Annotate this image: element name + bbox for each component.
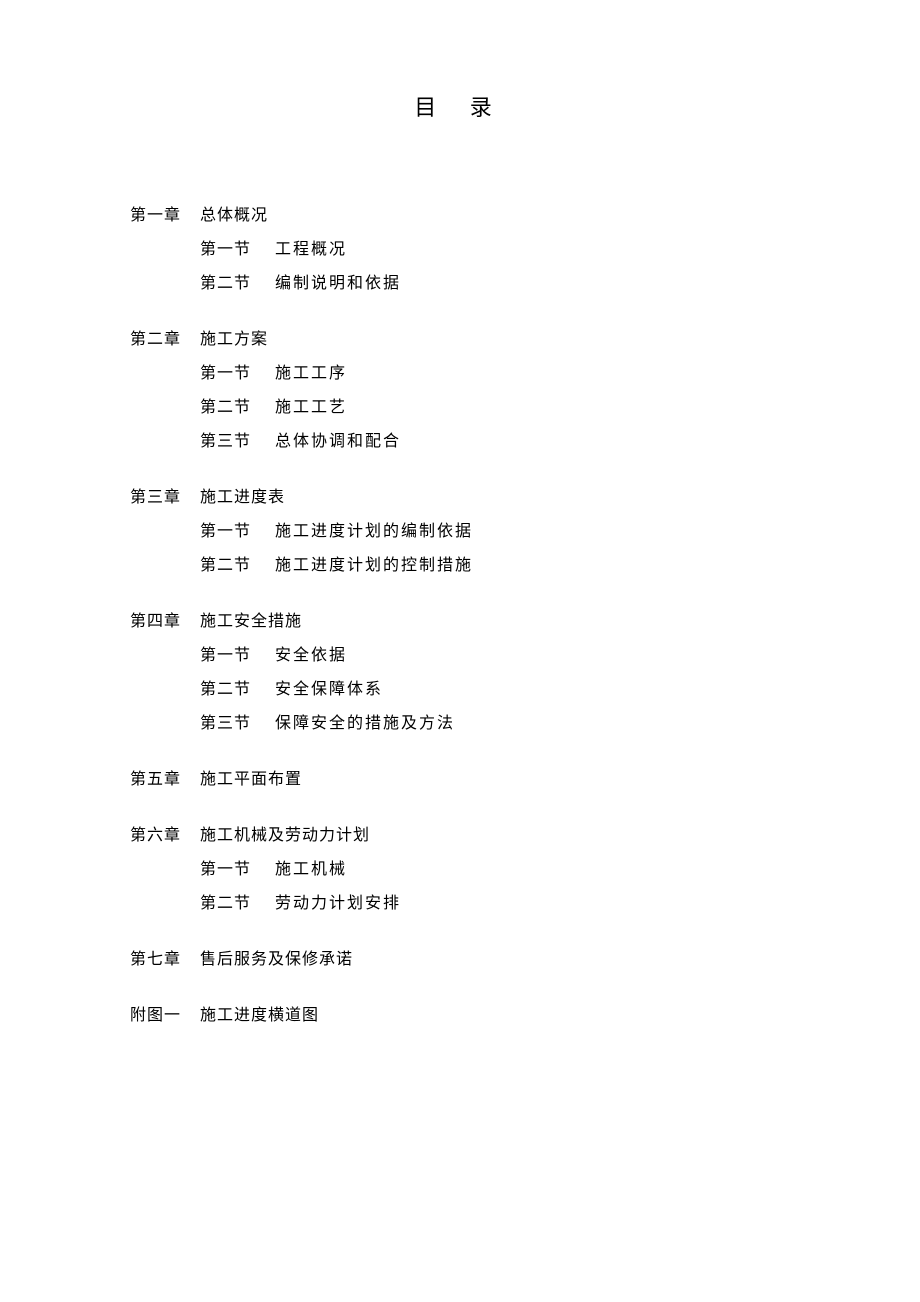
section-title: 劳动力计划安排 <box>275 892 401 916</box>
chapter-title: 施工进度表 <box>200 486 285 510</box>
section-line: 第三节 总体协调和配合 <box>130 430 790 454</box>
section-line: 第三节 保障安全的措施及方法 <box>130 712 790 736</box>
section-title: 施工进度计划的编制依据 <box>275 520 473 544</box>
section-name: 第一节 <box>200 238 275 262</box>
section-name: 第一节 <box>200 644 275 668</box>
chapter-name: 第七章 <box>130 948 200 972</box>
section-title: 工程概况 <box>275 238 347 262</box>
chapter-name: 附图一 <box>130 1004 200 1028</box>
chapter-title: 售后服务及保修承诺 <box>200 948 353 972</box>
section-name: 第二节 <box>200 396 275 420</box>
section-name: 第二节 <box>200 892 275 916</box>
toc-chapter: 第五章 施工平面布置 <box>130 768 790 792</box>
section-line: 第二节 劳动力计划安排 <box>130 892 790 916</box>
section-line: 第一节 工程概况 <box>130 238 790 262</box>
section-line: 第二节 编制说明和依据 <box>130 272 790 296</box>
chapter-title: 施工方案 <box>200 328 268 352</box>
chapter-line: 第二章 施工方案 <box>130 328 790 352</box>
section-line: 第一节 安全依据 <box>130 644 790 668</box>
section-name: 第三节 <box>200 430 275 454</box>
page-title: 目 录 <box>130 90 790 122</box>
chapter-line: 第四章 施工安全措施 <box>130 610 790 634</box>
section-line: 第二节 安全保障体系 <box>130 678 790 702</box>
chapter-name: 第四章 <box>130 610 200 634</box>
section-title: 施工进度计划的控制措施 <box>275 554 473 578</box>
toc-chapter: 第二章 施工方案 第一节 施工工序 第二节 施工工艺 第三节 总体协调和配合 <box>130 328 790 454</box>
section-line: 第一节 施工进度计划的编制依据 <box>130 520 790 544</box>
chapter-name: 第五章 <box>130 768 200 792</box>
section-line: 第二节 施工工艺 <box>130 396 790 420</box>
chapter-name: 第一章 <box>130 204 200 228</box>
chapter-title: 总体概况 <box>200 204 268 228</box>
chapter-line: 第七章 售后服务及保修承诺 <box>130 948 790 972</box>
chapter-name: 第二章 <box>130 328 200 352</box>
toc-chapter: 第四章 施工安全措施 第一节 安全依据 第二节 安全保障体系 第三节 保障安全的… <box>130 610 790 736</box>
section-title: 安全保障体系 <box>275 678 383 702</box>
section-line: 第二节 施工进度计划的控制措施 <box>130 554 790 578</box>
chapter-line: 第五章 施工平面布置 <box>130 768 790 792</box>
chapter-line: 第一章 总体概况 <box>130 204 790 228</box>
section-name: 第一节 <box>200 362 275 386</box>
section-title: 总体协调和配合 <box>275 430 401 454</box>
section-name: 第三节 <box>200 712 275 736</box>
chapter-title: 施工平面布置 <box>200 768 302 792</box>
section-name: 第一节 <box>200 858 275 882</box>
section-title: 保障安全的措施及方法 <box>275 712 455 736</box>
section-name: 第一节 <box>200 520 275 544</box>
section-name: 第二节 <box>200 272 275 296</box>
section-line: 第一节 施工机械 <box>130 858 790 882</box>
toc-chapter: 附图一 施工进度横道图 <box>130 1004 790 1028</box>
chapter-title: 施工进度横道图 <box>200 1004 319 1028</box>
section-title: 编制说明和依据 <box>275 272 401 296</box>
section-title: 施工工艺 <box>275 396 347 420</box>
section-title: 施工工序 <box>275 362 347 386</box>
chapter-title: 施工安全措施 <box>200 610 302 634</box>
section-name: 第二节 <box>200 678 275 702</box>
toc-chapter: 第六章 施工机械及劳动力计划 第一节 施工机械 第二节 劳动力计划安排 <box>130 824 790 916</box>
toc-chapter: 第一章 总体概况 第一节 工程概况 第二节 编制说明和依据 <box>130 204 790 296</box>
section-name: 第二节 <box>200 554 275 578</box>
section-title: 安全依据 <box>275 644 347 668</box>
chapter-line: 第六章 施工机械及劳动力计划 <box>130 824 790 848</box>
toc-chapter: 第七章 售后服务及保修承诺 <box>130 948 790 972</box>
chapter-name: 第六章 <box>130 824 200 848</box>
section-line: 第一节 施工工序 <box>130 362 790 386</box>
chapter-title: 施工机械及劳动力计划 <box>200 824 370 848</box>
chapter-name: 第三章 <box>130 486 200 510</box>
toc-chapter: 第三章 施工进度表 第一节 施工进度计划的编制依据 第二节 施工进度计划的控制措… <box>130 486 790 578</box>
section-title: 施工机械 <box>275 858 347 882</box>
chapter-line: 第三章 施工进度表 <box>130 486 790 510</box>
chapter-line: 附图一 施工进度横道图 <box>130 1004 790 1028</box>
table-of-contents: 第一章 总体概况 第一节 工程概况 第二节 编制说明和依据 第二章 施工方案 第… <box>130 204 790 1028</box>
